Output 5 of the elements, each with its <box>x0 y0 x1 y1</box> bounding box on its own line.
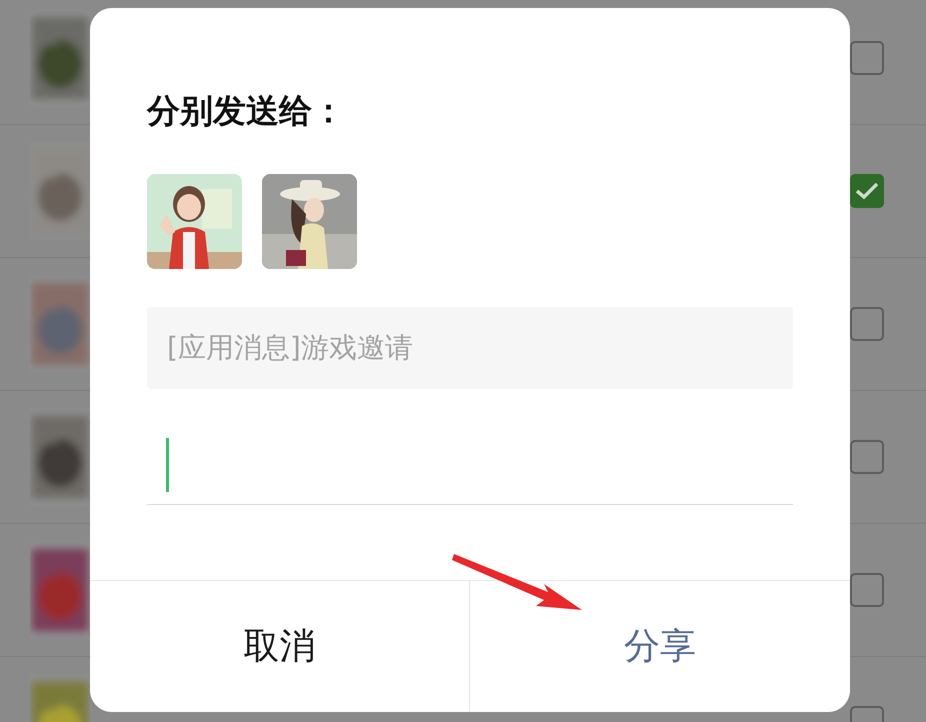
check-icon <box>855 182 879 200</box>
message-preview: [应用消息]游戏邀请 <box>147 307 793 389</box>
cancel-button[interactable]: 取消 <box>90 581 470 712</box>
dialog-title: 分别发送给： <box>147 90 346 132</box>
checkbox[interactable] <box>850 174 884 208</box>
